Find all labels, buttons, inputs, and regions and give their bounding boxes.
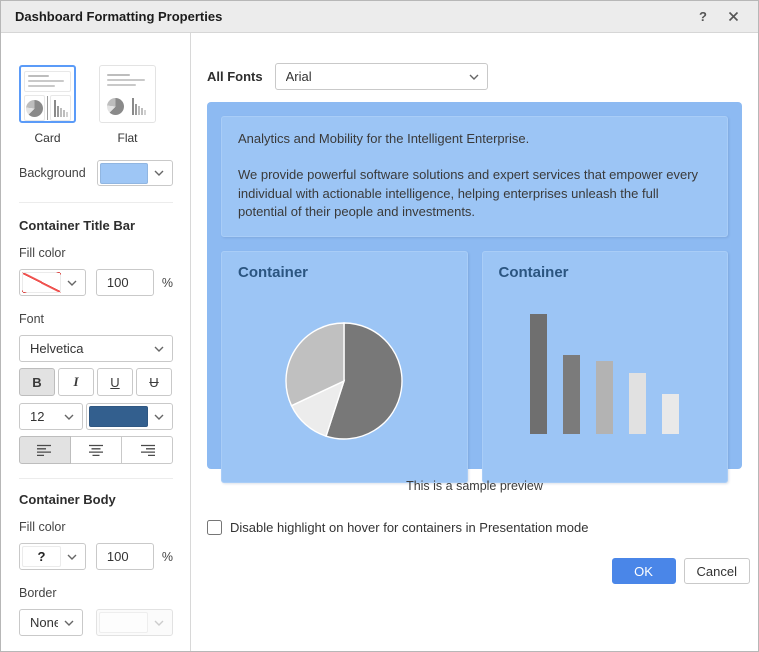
- card-thumbnail-text-lines: [24, 71, 71, 92]
- border-color-dropdown: [96, 609, 173, 636]
- border-style-dropdown[interactable]: None: [19, 609, 83, 636]
- chevron-down-icon: [154, 346, 164, 352]
- underline-button[interactable]: U: [97, 368, 133, 396]
- bar: [563, 355, 580, 434]
- preview-container-bar: Container: [482, 251, 729, 483]
- border-style-value: None: [30, 615, 58, 630]
- container-title-bar-heading: Container Title Bar: [19, 218, 173, 233]
- all-fonts-dropdown[interactable]: Arial: [275, 63, 488, 90]
- bar-chart-icon: [54, 99, 68, 117]
- preview-description: We provide powerful software solutions a…: [238, 166, 711, 221]
- titlebar-fill-color-label: Fill color: [19, 246, 173, 260]
- style-option-flat-label: Flat: [117, 131, 137, 145]
- disable-highlight-label: Disable highlight on hover for container…: [230, 520, 588, 535]
- background-color-swatch: [100, 163, 148, 184]
- chevron-down-icon: [154, 170, 164, 176]
- titlebar-fill-opacity-input[interactable]: [96, 269, 154, 296]
- preview-container-pie: Container: [221, 251, 468, 483]
- pie-chart-icon: [26, 100, 43, 117]
- chevron-down-icon: [67, 280, 77, 286]
- align-right-icon: [138, 444, 156, 457]
- dialog-titlebar: Dashboard Formatting Properties ?: [1, 1, 758, 33]
- bar-chart-icon: [132, 97, 146, 115]
- pie-chart-icon: [107, 98, 124, 115]
- border-label: Border: [19, 586, 173, 600]
- align-center-button[interactable]: [70, 436, 122, 464]
- chevron-down-icon: [64, 620, 74, 626]
- bar: [629, 373, 646, 434]
- sidebar: Card Flat Background: [1, 33, 191, 651]
- titlebar-fill-color-dropdown[interactable]: [19, 269, 86, 296]
- chevron-down-icon: [469, 74, 479, 80]
- font-family-value: Helvetica: [30, 341, 148, 356]
- chevron-down-icon: [67, 554, 77, 560]
- align-center-icon: [87, 444, 105, 457]
- italic-button[interactable]: I: [58, 368, 94, 396]
- container-title: Container: [483, 252, 728, 281]
- chevron-down-icon: [64, 414, 74, 420]
- chevron-down-icon: [154, 620, 164, 626]
- body-fill-opacity-input[interactable]: [96, 543, 154, 570]
- align-left-button[interactable]: [19, 436, 71, 464]
- mixed-color-swatch: ?: [22, 546, 61, 567]
- body-fill-color-dropdown[interactable]: ?: [19, 543, 86, 570]
- font-family-dropdown[interactable]: Helvetica: [19, 335, 173, 362]
- font-color-swatch: [89, 406, 148, 427]
- cancel-button[interactable]: Cancel: [684, 558, 750, 584]
- sidebar-divider: [19, 202, 173, 203]
- font-size-dropdown[interactable]: 12: [19, 403, 83, 430]
- help-icon[interactable]: ?: [692, 6, 714, 28]
- bar-chart: [530, 314, 679, 434]
- no-fill-swatch: [22, 272, 61, 293]
- font-size-value: 12: [30, 409, 58, 424]
- bar: [530, 314, 547, 434]
- style-option-card[interactable]: [19, 65, 76, 123]
- strikethrough-button[interactable]: U: [136, 368, 172, 396]
- main-panel: All Fonts Arial Analytics and Mobility f…: [191, 33, 759, 651]
- border-color-swatch: [99, 612, 148, 633]
- body-fill-color-label: Fill color: [19, 520, 173, 534]
- titlebar-percent-label: %: [162, 276, 173, 290]
- align-right-button[interactable]: [121, 436, 173, 464]
- dashboard-preview: Analytics and Mobility for the Intellige…: [207, 102, 742, 469]
- style-option-card-label: Card: [34, 131, 60, 145]
- background-color-dropdown[interactable]: [97, 160, 173, 186]
- dialog-title: Dashboard Formatting Properties: [15, 9, 222, 24]
- style-option-flat[interactable]: [99, 65, 156, 123]
- container-body-heading: Container Body: [19, 492, 173, 507]
- ok-button[interactable]: OK: [612, 558, 676, 584]
- align-left-icon: [36, 444, 54, 457]
- preview-intro-line: Analytics and Mobility for the Intellige…: [238, 130, 711, 148]
- preview-text-panel: Analytics and Mobility for the Intellige…: [221, 116, 728, 237]
- body-percent-label: %: [162, 550, 173, 564]
- flat-thumbnail-text-lines: [104, 71, 151, 90]
- all-fonts-value: Arial: [286, 69, 463, 84]
- bold-button[interactable]: B: [19, 368, 55, 396]
- container-title: Container: [222, 252, 467, 281]
- close-x-glyph: [728, 11, 739, 22]
- pie-chart: [285, 322, 403, 440]
- chevron-down-icon: [154, 414, 164, 420]
- disable-highlight-checkbox[interactable]: [207, 520, 222, 535]
- bar: [662, 394, 679, 434]
- bar: [596, 361, 613, 434]
- dashboard-formatting-dialog: Dashboard Formatting Properties ?: [0, 0, 759, 652]
- close-icon[interactable]: [722, 6, 744, 28]
- font-color-dropdown[interactable]: [86, 403, 173, 430]
- all-fonts-label: All Fonts: [207, 69, 263, 84]
- sidebar-divider: [19, 478, 173, 479]
- font-label: Font: [19, 312, 173, 326]
- background-label: Background: [19, 166, 86, 180]
